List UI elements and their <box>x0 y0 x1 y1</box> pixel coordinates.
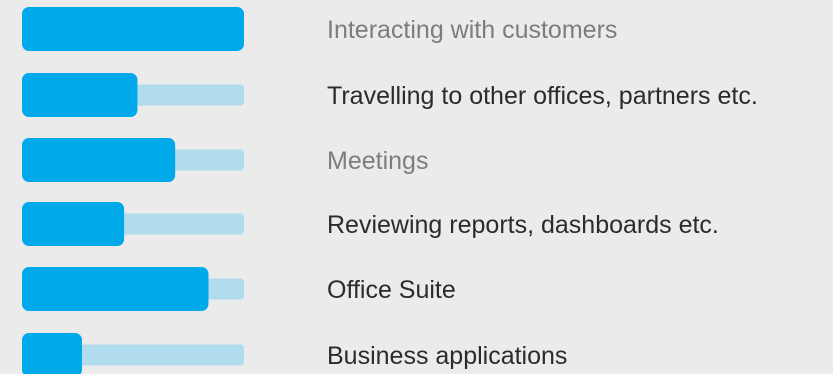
category-label: Office Suite <box>327 276 456 304</box>
bar-row: Reviewing reports, dashboards etc. <box>22 202 719 246</box>
bar-row: Meetings <box>22 138 428 182</box>
bar-row: Travelling to other offices, partners et… <box>22 73 758 117</box>
category-label: Meetings <box>327 147 428 175</box>
category-label: Travelling to other offices, partners et… <box>327 82 758 110</box>
bar <box>22 267 209 311</box>
bar <box>22 333 82 374</box>
bar-row: Office Suite <box>22 267 456 311</box>
bar-row: Interacting with customers <box>22 7 617 51</box>
category-label: Reviewing reports, dashboards etc. <box>327 211 719 239</box>
category-label: Interacting with customers <box>327 16 617 44</box>
bar <box>22 202 125 246</box>
bar-row: Business applications <box>22 333 567 374</box>
bar <box>22 7 244 51</box>
bar <box>22 138 176 182</box>
bar <box>22 73 138 117</box>
bar-chart: Interacting with customers Travelling to … <box>22 7 758 374</box>
category-label: Business applications <box>327 342 567 370</box>
